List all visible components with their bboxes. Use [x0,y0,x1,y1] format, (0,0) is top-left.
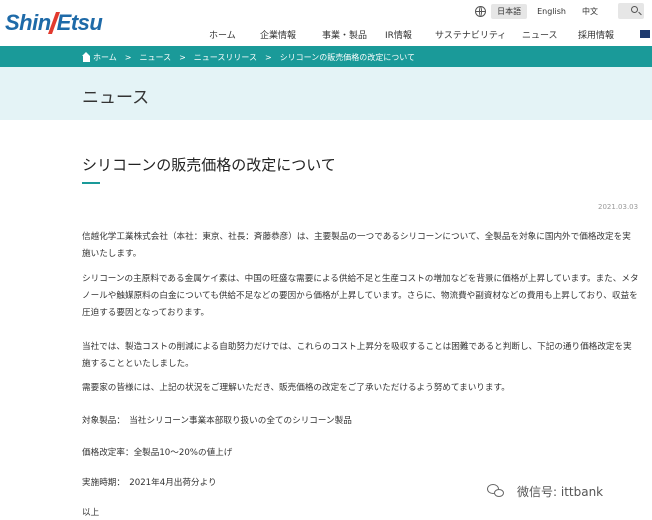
article-title: シリコーンの販売価格の改定について [82,156,336,174]
nav-company[interactable]: 企業情報 [260,28,296,41]
breadcrumb-bar: ホーム > ニュース > ニュースリリース > シリコーンの販売価格の改定につい… [0,46,652,67]
globe-icon [475,5,487,17]
lang-english[interactable]: English [531,5,572,18]
article-paragraph: 需要家の皆様には、上記の状況をご理解いただき、販売価格の改定をご了承いただけるよ… [82,383,510,393]
article-paragraph: シリコーンの主原料である金属ケイ素は、中国の旺盛な需要による供給不足と生産コスト… [82,274,639,318]
closing-mark: 以上 [82,508,100,518]
article-paragraph: 信越化学工業株式会社（本社：東京、社長：斉藤恭彦）は、主要製品の一つであるシリコ… [82,232,631,259]
breadcrumb-home[interactable]: ホーム [93,52,117,63]
breadcrumb-current: シリコーンの販売価格の改定について [279,53,416,62]
nav-news[interactable]: ニュース [522,28,558,41]
article-paragraph: 当社では、製造コストの削減による自助努力だけでは、これらのコスト上昇分を吸収する… [82,342,632,369]
nav-business-products[interactable]: 事業・製品 [322,28,367,41]
price-change-rate: 価格改定率：全製品10～20%の値上げ [82,448,233,458]
shinetsu-logo[interactable]: Shin Etsu [5,10,103,36]
home-icon [82,51,90,62]
nav-careers[interactable]: 採用情報 [578,28,614,41]
breadcrumb: ホーム > ニュース > ニュースリリース > シリコーンの販売価格の改定につい… [82,51,416,63]
chevron-right-icon: > [124,53,132,62]
mail-icon[interactable] [640,30,650,38]
search-button[interactable] [618,3,644,19]
breadcrumb-news-release[interactable]: ニュースリリース [194,52,257,63]
wechat-watermark: 微信号: ittbank [487,481,603,501]
nav-home[interactable]: ホーム [209,28,236,41]
breadcrumb-news[interactable]: ニュース [139,52,171,63]
search-icon [631,6,638,13]
nav-ir[interactable]: IR情報 [385,28,412,41]
chevron-right-icon: > [179,53,186,62]
language-bar: 日本語 English 中文 [475,2,644,20]
article-date: 2021.03.03 [598,203,639,211]
target-products: 対象製品： 当社シリコーン事業本部取り扱いの全てのシリコーン製品 [82,416,352,426]
page-title: ニュース [82,88,150,108]
chevron-right-icon: > [264,53,272,62]
lang-chinese[interactable]: 中文 [576,4,604,19]
wechat-icon [487,484,505,498]
site-header: Shin Etsu 日本語 English 中文 ホーム 企業情報 事業・製品 I… [0,0,652,46]
page-title-band: ニュース [0,67,652,120]
title-underline [82,182,100,184]
lang-japanese[interactable]: 日本語 [491,3,528,19]
main-nav: ホーム 企業情報 事業・製品 IR情報 サステナビリティ ニュース 採用情報 [200,28,652,44]
watermark-text: 微信号: ittbank [517,484,604,499]
nav-sustainability[interactable]: サステナビリティ [435,28,506,41]
